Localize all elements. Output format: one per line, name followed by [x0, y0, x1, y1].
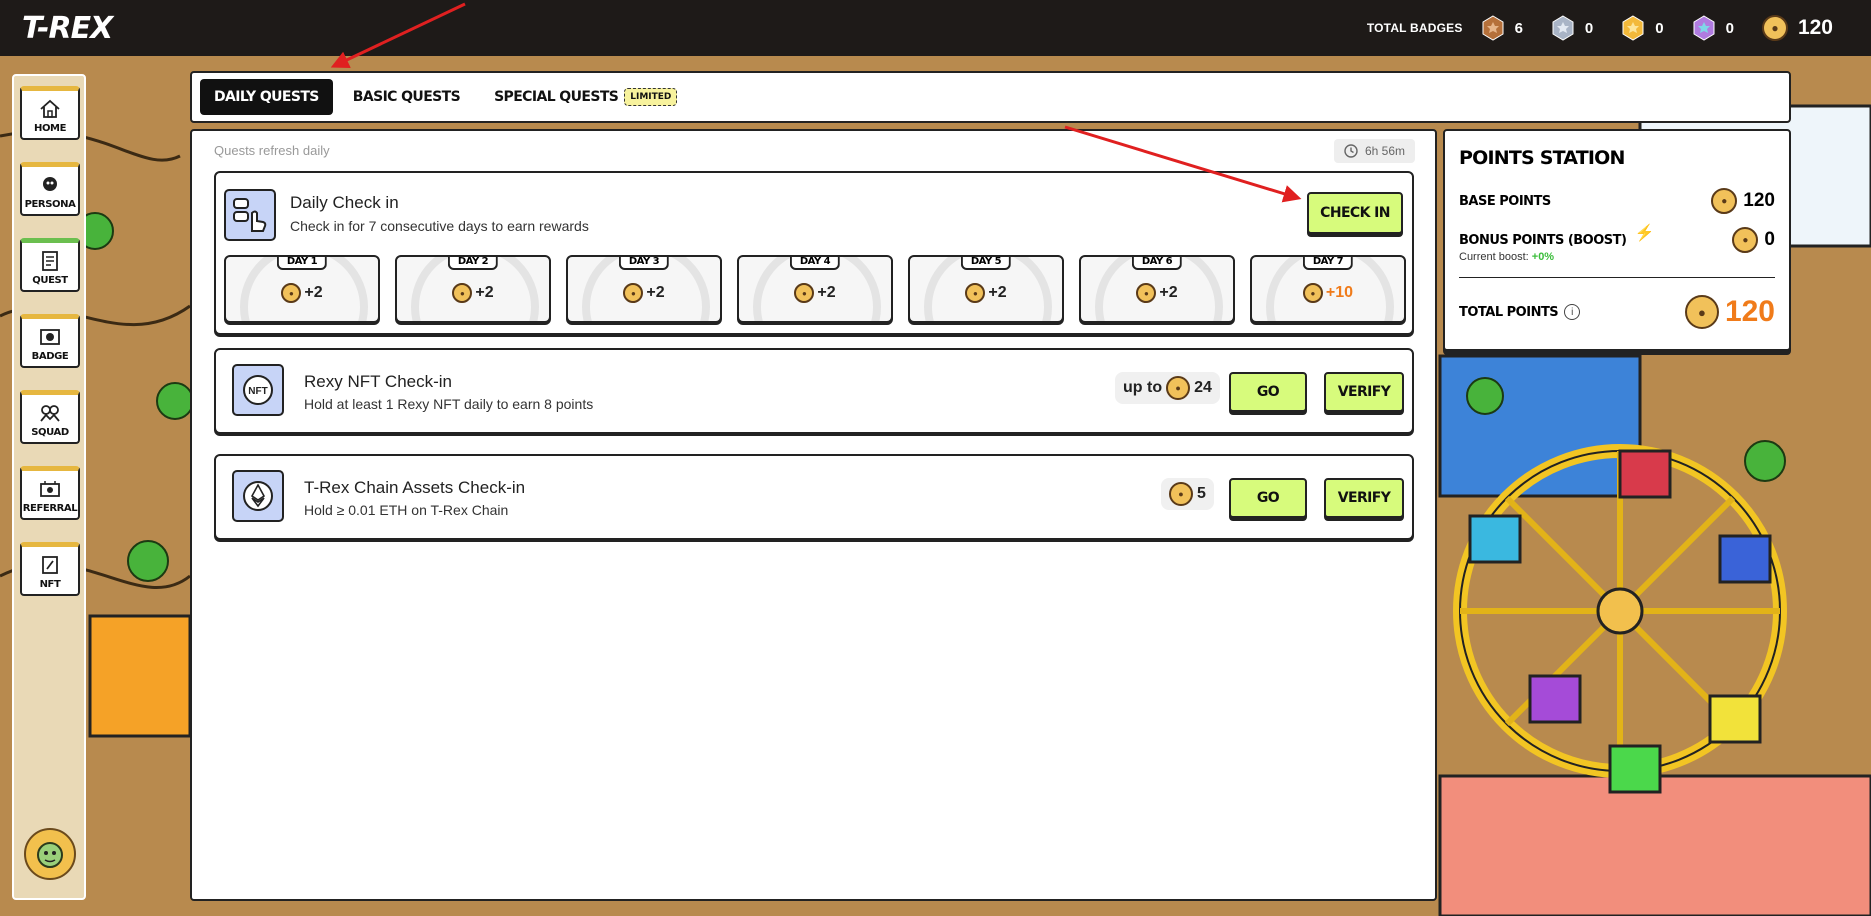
nft-reward: up to ● 24: [1115, 372, 1220, 404]
trex-coin-icon: ●: [794, 283, 815, 303]
current-boost: Current boost: +0%: [1459, 251, 1555, 263]
base-points-row: BASE POINTS ● 120: [1459, 188, 1775, 214]
clock-icon: [1344, 144, 1358, 158]
total-badges-label: TOTAL BADGES: [1366, 21, 1463, 35]
daily-checkin-title: Daily Check in: [290, 193, 399, 212]
refresh-note: Quests refresh daily: [214, 143, 330, 158]
trex-coin-icon: ●: [1684, 295, 1719, 329]
day-card: DAY 7 ● +10: [1250, 255, 1406, 323]
tab-special-quests[interactable]: SPECIAL QUESTS LIMITED: [480, 78, 691, 116]
points-station: POINTS STATION BASE POINTS ● 120 BONUS PO…: [1443, 129, 1791, 351]
chain-reward: ● 5: [1161, 478, 1214, 510]
nft-quest-icon: NFT: [232, 364, 284, 416]
nft-checkin-title: Rexy NFT Check-in: [304, 372, 452, 391]
silver-medal-icon: [1552, 15, 1574, 41]
daily-checkin-card: Daily Check in Check in for 7 consecutiv…: [214, 171, 1414, 335]
limited-badge: LIMITED: [624, 88, 678, 106]
daily-quests-panel: Quests refresh daily 6h 56m Daily Check …: [190, 129, 1437, 901]
info-icon[interactable]: i: [1564, 304, 1581, 320]
badge-icon: [40, 329, 60, 345]
total-points-top: ● 120: [1761, 15, 1833, 41]
chain-checkin-card: T-Rex Chain Assets Check-in Hold ≥ 0.01 …: [214, 454, 1414, 540]
trex-logo[interactable]: T-REX: [22, 11, 113, 46]
gold-badge-count: 0: [1621, 15, 1664, 41]
dino-avatar-icon: [37, 842, 63, 868]
nft-checkin-desc: Hold at least 1 Rexy NFT daily to earn 8…: [304, 396, 594, 412]
eth-quest-icon: [232, 470, 284, 522]
tab-daily-quests[interactable]: DAILY QUESTS: [200, 79, 333, 115]
sidebar-item-squad[interactable]: SQUAD: [20, 390, 80, 444]
nft-icon: [42, 556, 58, 574]
persona-icon: [43, 177, 57, 191]
quest-icon: [42, 251, 58, 271]
bronze-badge-count: 6: [1481, 15, 1523, 41]
sidebar-nav: HOME PERSONA QUEST BADGE SQUAD REFERRAL …: [12, 74, 86, 900]
sidebar-item-quest[interactable]: QUEST: [20, 238, 80, 292]
daily-checkin-desc: Check in for 7 consecutive days to earn …: [290, 218, 589, 234]
gold-medal-icon: [1622, 15, 1644, 41]
squad-icon: [40, 405, 60, 422]
trex-coin-icon: ●: [281, 283, 302, 303]
referral-icon: [40, 481, 60, 497]
day-card: DAY 5 ● +2: [908, 255, 1064, 323]
day-card: DAY 3 ● +2: [566, 255, 722, 323]
trex-coin-icon: ●: [623, 283, 644, 303]
refresh-timer: 6h 56m: [1333, 139, 1415, 163]
checkin-days: DAY 1 ● +2 DAY 2 ● +2 DAY 3 ● +2 DAY 4 ● +2 …: [224, 255, 1406, 323]
checkin-icon: [224, 189, 276, 241]
bronze-medal-icon: [1482, 15, 1504, 41]
trex-coin-icon: ●: [965, 283, 986, 303]
rainbow-medal-icon: [1693, 15, 1715, 41]
chain-verify-button[interactable]: VERIFY: [1324, 478, 1404, 518]
chain-checkin-desc: Hold ≥ 0.01 ETH on T-Rex Chain: [304, 502, 509, 518]
trex-coin-icon: ●: [1136, 283, 1157, 303]
nft-go-button[interactable]: GO: [1229, 372, 1307, 412]
sidebar-item-home[interactable]: HOME: [20, 86, 80, 140]
nft-verify-button[interactable]: VERIFY: [1324, 372, 1404, 412]
sidebar-item-referral[interactable]: REFERRAL: [20, 466, 80, 520]
day-card: DAY 1 ● +2: [224, 255, 380, 323]
top-bar: T-REX TOTAL BADGES 6 0 0 0 ● 120: [0, 0, 1871, 56]
rainbow-badge-count: 0: [1692, 15, 1734, 41]
trex-coin-icon: ●: [1169, 482, 1193, 506]
svg-text:NFT: NFT: [248, 386, 267, 397]
sidebar-item-persona[interactable]: PERSONA: [20, 162, 80, 216]
silver-badge-count: 0: [1551, 15, 1593, 41]
badge-summary: TOTAL BADGES 6 0 0 0 ● 120: [1367, 15, 1849, 41]
check-in-button[interactable]: CHECK IN: [1307, 192, 1403, 234]
chain-checkin-title: T-Rex Chain Assets Check-in: [304, 478, 526, 497]
trex-coin-icon: ●: [1711, 188, 1738, 214]
points-station-title: POINTS STATION: [1459, 147, 1625, 169]
nft-checkin-card: NFT Rexy NFT Check-in Hold at least 1 Re…: [214, 348, 1414, 434]
home-icon: [40, 99, 60, 118]
total-points-row: TOTAL POINTS i ● 120: [1459, 295, 1775, 329]
trex-coin-icon: ●: [452, 283, 473, 303]
sidebar-item-nft[interactable]: NFT: [20, 542, 80, 596]
trex-coin-icon: ●: [1166, 376, 1191, 400]
lightning-icon: ⚡: [1634, 225, 1655, 242]
tab-basic-quests[interactable]: BASIC QUESTS: [339, 79, 474, 115]
trex-coin-icon: ●: [1732, 227, 1759, 253]
trex-coin-icon: ●: [1761, 15, 1788, 41]
chain-go-button[interactable]: GO: [1229, 478, 1307, 518]
day-card: DAY 2 ● +2: [395, 255, 551, 323]
quest-tabs: DAILY QUESTS BASIC QUESTS SPECIAL QUESTS…: [190, 71, 1791, 123]
user-avatar[interactable]: [24, 828, 76, 880]
divider: [1459, 277, 1775, 278]
day-card: DAY 4 ● +2: [737, 255, 893, 323]
day-card: DAY 6 ● +2: [1079, 255, 1235, 323]
sidebar-item-badge[interactable]: BADGE: [20, 314, 80, 368]
trex-coin-icon: ●: [1302, 283, 1323, 303]
bonus-points-row: BONUS POINTS (BOOST) ⚡ ● 0: [1459, 225, 1775, 253]
